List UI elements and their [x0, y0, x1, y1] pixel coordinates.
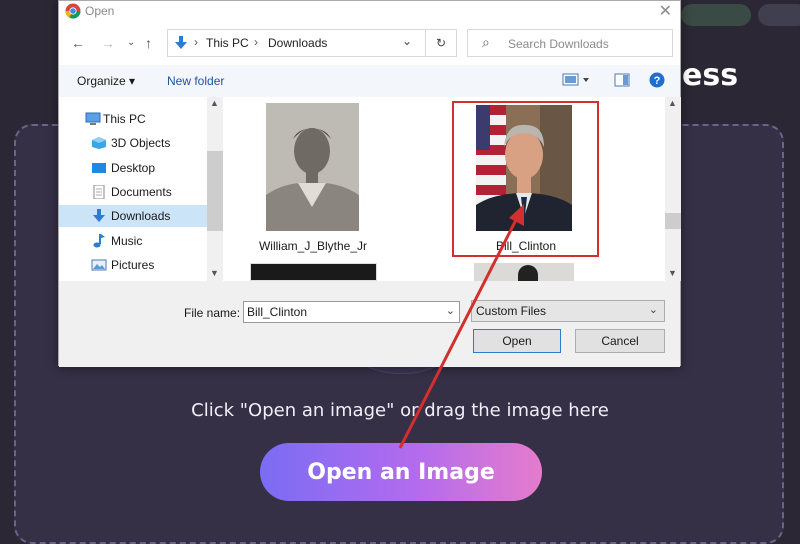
- tree-item-label: Documents: [111, 185, 172, 199]
- tree-item-label: Music: [111, 234, 143, 248]
- address-bar[interactable]: › This PC › Downloads ⌄: [167, 29, 457, 57]
- back-arrow-icon[interactable]: ←: [71, 35, 85, 51]
- up-arrow-icon[interactable]: ↑: [145, 35, 152, 51]
- chevron-right-icon: ›: [194, 35, 198, 49]
- file-name-field-label: File name:: [184, 306, 241, 320]
- file-name-label[interactable]: William_J_Blythe_Jr: [249, 239, 377, 253]
- tree-item-pictures[interactable]: Pictures: [59, 254, 207, 276]
- refresh-button[interactable]: ↻: [425, 29, 457, 57]
- forward-arrow-icon[interactable]: →: [101, 35, 115, 51]
- music-note-icon: [93, 234, 105, 248]
- search-input[interactable]: ⌕ Search Downloads: [467, 29, 673, 57]
- svg-text:?: ?: [654, 75, 661, 87]
- cancel-button[interactable]: Cancel: [575, 329, 665, 353]
- dialog-title: Open: [85, 4, 115, 18]
- chrome-icon: [65, 3, 81, 19]
- page-heading-fragment: ess: [682, 58, 739, 93]
- refresh-icon: ↻: [435, 36, 447, 50]
- scroll-up-icon[interactable]: ▲: [668, 98, 677, 108]
- tree-item-label: Downloads: [111, 209, 171, 223]
- navigation-pane: This PC 3D Objects Desktop Documents Dow…: [59, 97, 207, 281]
- navigation-bar: ← → ⌄ ↑ › This PC › Downloads ⌄ ↻ ⌕ Sear…: [59, 27, 680, 61]
- tree-item-music[interactable]: Music: [59, 230, 207, 252]
- dialog-footer: [59, 281, 680, 367]
- command-bar: Organize ▾ New folder ?: [59, 65, 680, 97]
- scroll-up-icon[interactable]: ▲: [210, 98, 219, 108]
- organize-menu[interactable]: Organize ▾: [77, 74, 135, 88]
- new-folder-button[interactable]: New folder: [167, 74, 224, 88]
- chevron-down-icon[interactable]: ⌄: [402, 34, 412, 48]
- file-thumbnail-partial[interactable]: [250, 263, 377, 281]
- file-name-input[interactable]: Bill_Clinton ⌄: [243, 301, 460, 323]
- chevron-right-icon: ›: [254, 35, 258, 49]
- search-icon: ⌕: [482, 34, 490, 50]
- file-list-scroll-thumb[interactable]: [665, 213, 681, 229]
- file-list-scrollbar[interactable]: [665, 97, 681, 281]
- tree-item-3d-objects[interactable]: 3D Objects: [59, 132, 207, 154]
- pictures-icon: [91, 259, 107, 271]
- navigation-pane-scroll-thumb[interactable]: [207, 151, 223, 231]
- tree-item-label: 3D Objects: [111, 136, 171, 150]
- top-pill-button[interactable]: [681, 4, 751, 26]
- drop-hint-text: Click "Open an image" or drag the image …: [191, 400, 609, 421]
- scroll-down-icon[interactable]: ▼: [668, 268, 677, 278]
- open-an-image-button[interactable]: Open an Image: [260, 443, 542, 501]
- desktop-icon: [92, 163, 106, 173]
- document-icon: [93, 185, 105, 199]
- preview-pane-icon[interactable]: [614, 72, 630, 88]
- tree-item-label: Desktop: [111, 161, 156, 175]
- search-placeholder: Search Downloads: [508, 37, 609, 51]
- file-type-value: Custom Files: [476, 304, 547, 318]
- top-pill-button[interactable]: [758, 4, 800, 26]
- recent-dropdown-icon[interactable]: ⌄: [127, 37, 135, 48]
- file-open-dialog: Open ✕ ← → ⌄ ↑ › This PC › Downloads ⌄ ↻…: [58, 0, 681, 367]
- chevron-down-icon: ⌄: [648, 304, 658, 316]
- file-thumbnail-partial[interactable]: [474, 263, 574, 281]
- tree-item-this-pc[interactable]: This PC: [59, 108, 207, 130]
- file-name-value: Bill_Clinton: [247, 305, 308, 319]
- selection-highlight-box: [452, 101, 599, 257]
- tree-item-desktop[interactable]: Desktop: [59, 157, 207, 179]
- dialog-titlebar: Open ✕: [59, 1, 680, 23]
- file-thumbnail-william-j-blythe-jr[interactable]: [266, 103, 359, 231]
- scroll-down-icon[interactable]: ▼: [210, 268, 219, 278]
- download-arrow-icon: [93, 209, 105, 222]
- file-type-select[interactable]: Custom Files ⌄: [471, 300, 665, 322]
- address-segment-this-pc[interactable]: This PC: [206, 36, 249, 50]
- address-segment-downloads[interactable]: Downloads: [268, 36, 327, 50]
- open-button[interactable]: Open: [473, 329, 561, 353]
- close-icon[interactable]: ✕: [659, 1, 672, 21]
- download-arrow-icon: [175, 36, 187, 49]
- chevron-down-icon[interactable]: ⌄: [446, 304, 455, 317]
- tree-item-label: This PC: [103, 112, 146, 126]
- help-icon[interactable]: ?: [649, 72, 665, 88]
- cube-icon: [92, 137, 106, 149]
- tree-item-documents[interactable]: Documents: [59, 181, 207, 203]
- tree-item-downloads[interactable]: Downloads: [59, 205, 207, 227]
- change-view-icon[interactable]: [562, 72, 590, 88]
- computer-icon: [85, 112, 101, 125]
- tree-item-label: Pictures: [111, 258, 155, 272]
